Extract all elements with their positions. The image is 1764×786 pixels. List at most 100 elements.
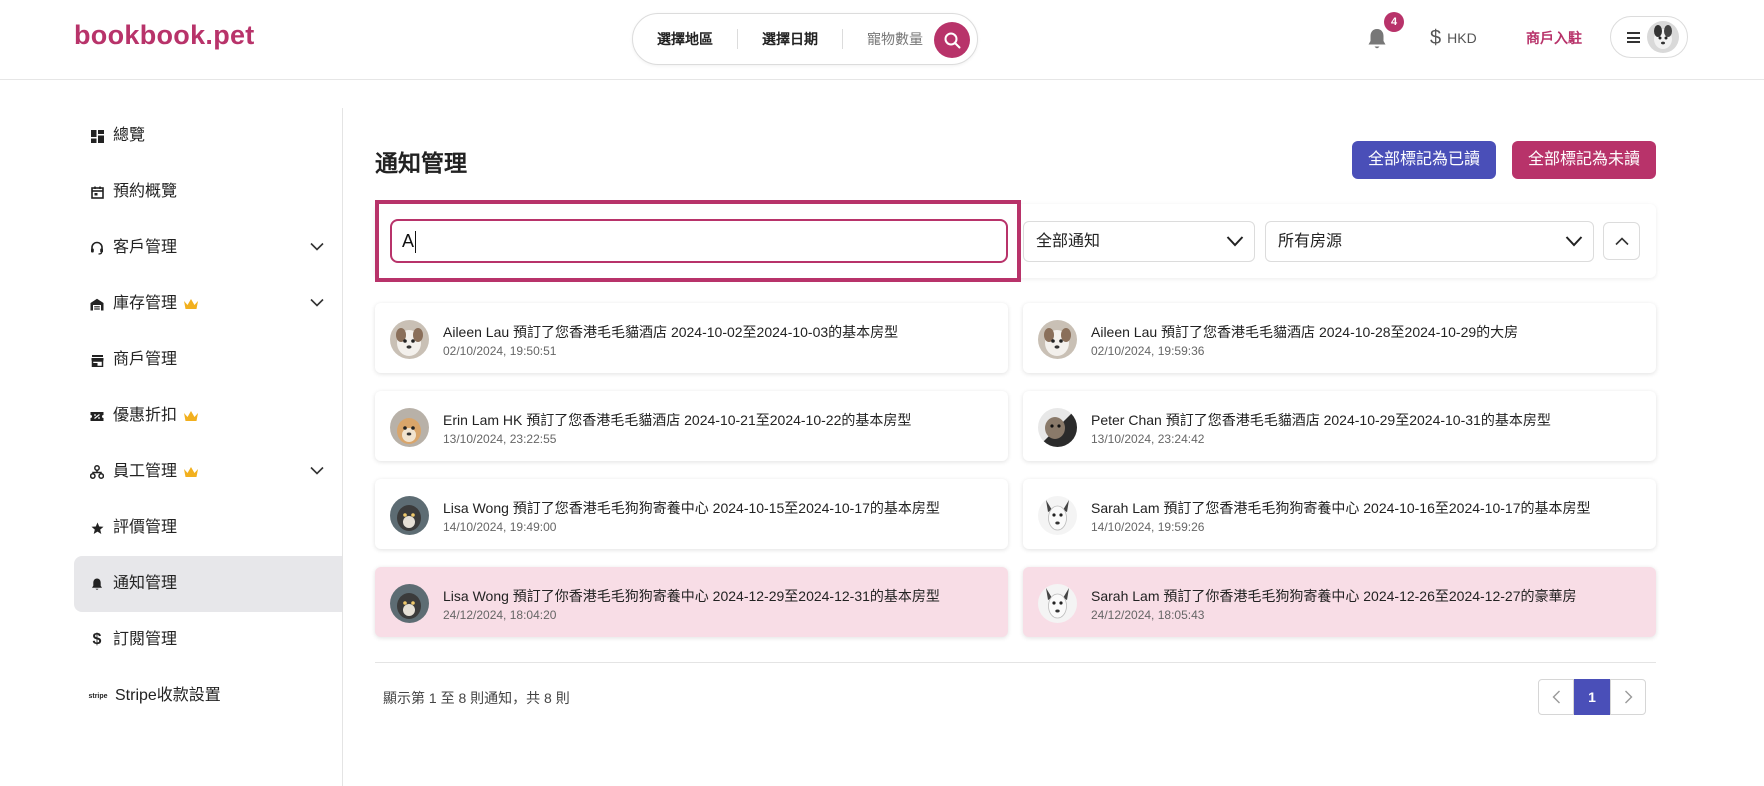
- sidebar-item-customers[interactable]: 客戶管理: [74, 220, 342, 276]
- customer-avatar: [390, 320, 429, 359]
- bell-icon: [90, 577, 104, 591]
- notification-time: 13/10/2024, 23:24:42: [1091, 432, 1205, 446]
- chevron-down-icon: [1226, 236, 1244, 247]
- customer-avatar: [1038, 408, 1077, 447]
- crown-icon: [184, 411, 199, 421]
- previous-page-button[interactable]: [1538, 679, 1574, 715]
- crown-icon: [184, 467, 199, 477]
- next-page-button[interactable]: [1610, 679, 1646, 715]
- chevron-down-icon[interactable]: [310, 466, 324, 475]
- chevron-right-icon: [1624, 690, 1632, 704]
- sidebar-item-label: 客戶管理: [113, 239, 178, 256]
- notification-message: Sarah Lam 預訂了你香港毛毛狗狗寄養中心 2024-12-26至2024…: [1091, 588, 1577, 604]
- ticket-icon: [90, 409, 104, 423]
- sidebar-item-discounts[interactable]: 優惠折扣: [74, 388, 342, 444]
- chevron-up-icon: [1614, 236, 1629, 245]
- notification-bell-icon[interactable]: [1366, 27, 1388, 51]
- notification-card[interactable]: Peter Chan 預訂了您香港毛毛貓酒店 2024-10-29至2024-1…: [1023, 391, 1656, 461]
- notification-type-value: 全部通知: [1036, 233, 1101, 250]
- pet-count-selector[interactable]: 寵物數量: [843, 29, 935, 49]
- dashboard-icon: [90, 129, 104, 143]
- search-button[interactable]: [934, 22, 970, 58]
- org-chart-icon: [90, 465, 104, 479]
- customer-avatar: [390, 496, 429, 535]
- sidebar-item-overview[interactable]: 總覽: [74, 108, 342, 164]
- notification-time: 24/12/2024, 18:04:20: [443, 608, 557, 622]
- sidebar-divider: [342, 108, 343, 786]
- sidebar-item-label: Stripe收款設置: [115, 687, 221, 704]
- text-caret: [415, 231, 417, 254]
- mark-all-unread-button[interactable]: 全部標記為未讀: [1512, 141, 1656, 179]
- region-selector[interactable]: 選擇地區: [633, 29, 737, 49]
- sidebar-item-label: 員工管理: [113, 463, 178, 480]
- sidebar-item-merchant[interactable]: 商戶管理: [74, 332, 342, 388]
- chevron-down-icon[interactable]: [310, 242, 324, 251]
- sidebar-item-staff[interactable]: 員工管理: [74, 444, 342, 500]
- notification-search-input[interactable]: A: [390, 219, 1008, 263]
- sidebar-item-stripe[interactable]: stripe Stripe收款設置: [74, 668, 342, 724]
- user-avatar: [1647, 21, 1679, 53]
- notification-message: Lisa Wong 預訂了您香港毛毛狗狗寄養中心 2024-10-15至2024…: [443, 500, 940, 516]
- hamburger-icon: [1627, 32, 1640, 43]
- sidebar-item-bookings[interactable]: 預約概覽: [74, 164, 342, 220]
- notification-card[interactable]: Aileen Lau 預訂了您香港毛毛貓酒店 2024-10-02至2024-1…: [375, 303, 1008, 373]
- sidebar-item-label: 庫存管理: [113, 295, 178, 312]
- search-input-value: A: [402, 231, 415, 251]
- notification-time: 13/10/2024, 23:22:55: [443, 432, 557, 446]
- sidebar-item-label: 總覽: [113, 127, 146, 144]
- warehouse-icon: [90, 297, 104, 311]
- property-select[interactable]: 所有房源: [1265, 221, 1594, 262]
- notification-card[interactable]: Lisa Wong 預訂了您香港毛毛狗狗寄養中心 2024-10-15至2024…: [375, 479, 1008, 549]
- notification-time: 02/10/2024, 19:50:51: [443, 344, 557, 358]
- top-header: bookbook.pet 選擇地區 選擇日期 寵物數量 4 $ HKD 商戶入駐: [0, 0, 1764, 80]
- chevron-down-icon[interactable]: [310, 298, 324, 307]
- merchant-signup-link[interactable]: 商戶入駐: [1526, 28, 1582, 48]
- mark-all-read-button[interactable]: 全部標記為已讀: [1352, 141, 1496, 179]
- sidebar-nav: 總覽 預約概覽 客戶管理 庫存管理 商戶管理 優惠折扣 員工管理 評價管理 通知…: [74, 108, 342, 724]
- dollar-icon: $: [92, 631, 102, 648]
- store-icon: [90, 353, 104, 367]
- search-icon: [944, 32, 960, 48]
- chevron-down-icon: [1565, 236, 1583, 247]
- crown-icon: [184, 299, 199, 309]
- user-menu-button[interactable]: [1610, 16, 1688, 58]
- notification-time: 14/10/2024, 19:59:26: [1091, 520, 1205, 534]
- currency-selector[interactable]: $ HKD: [1430, 28, 1477, 48]
- sidebar-item-notifications[interactable]: 通知管理: [74, 556, 342, 612]
- sidebar-item-reviews[interactable]: 評價管理: [74, 500, 342, 556]
- page-number-button[interactable]: 1: [1574, 679, 1610, 715]
- pagination: 1: [1538, 679, 1646, 715]
- notification-message: Sarah Lam 預訂了您香港毛毛狗狗寄養中心 2024-10-16至2024…: [1091, 500, 1591, 516]
- customer-avatar: [390, 584, 429, 623]
- notification-type-select[interactable]: 全部通知: [1023, 221, 1255, 262]
- sidebar-item-inventory[interactable]: 庫存管理: [74, 276, 342, 332]
- notification-message: Aileen Lau 預訂了您香港毛毛貓酒店 2024-10-02至2024-1…: [443, 324, 899, 340]
- notification-message: Lisa Wong 預訂了你香港毛毛狗狗寄養中心 2024-12-29至2024…: [443, 588, 940, 604]
- customer-avatar: [1038, 496, 1077, 535]
- notification-count-badge: 4: [1384, 12, 1404, 32]
- notification-card[interactable]: Sarah Lam 預訂了您香港毛毛狗狗寄養中心 2024-10-16至2024…: [1023, 479, 1656, 549]
- star-icon: [90, 521, 104, 535]
- notification-card-unread[interactable]: Lisa Wong 預訂了你香港毛毛狗狗寄養中心 2024-12-29至2024…: [375, 567, 1008, 637]
- notification-card-unread[interactable]: Sarah Lam 預訂了你香港毛毛狗狗寄養中心 2024-12-26至2024…: [1023, 567, 1656, 637]
- sidebar-item-subscription[interactable]: $ 訂閱管理: [74, 612, 342, 668]
- page-title: 通知管理: [375, 150, 467, 176]
- notification-time: 02/10/2024, 19:59:36: [1091, 344, 1205, 358]
- sidebar-item-label: 評價管理: [113, 519, 178, 536]
- sidebar-item-label: 商戶管理: [113, 351, 178, 368]
- property-value: 所有房源: [1278, 233, 1343, 250]
- notification-message: Peter Chan 預訂了您香港毛毛貓酒店 2024-10-29至2024-1…: [1091, 412, 1551, 428]
- collapse-filters-button[interactable]: [1603, 222, 1640, 260]
- search-bar[interactable]: 選擇地區 選擇日期 寵物數量: [632, 13, 978, 65]
- notification-card[interactable]: Erin Lam HK 預訂了您香港毛毛貓酒店 2024-10-21至2024-…: [375, 391, 1008, 461]
- notification-time: 14/10/2024, 19:49:00: [443, 520, 557, 534]
- sidebar-item-label: 優惠折扣: [113, 407, 178, 424]
- dollar-icon: $: [1430, 27, 1442, 49]
- notification-time: 24/12/2024, 18:05:43: [1091, 608, 1205, 622]
- brand-logo[interactable]: bookbook.pet: [74, 20, 255, 51]
- sidebar-item-label: 預約概覽: [113, 183, 178, 200]
- stripe-icon: stripe: [88, 692, 108, 700]
- customer-avatar: [390, 408, 429, 447]
- date-selector[interactable]: 選擇日期: [738, 29, 842, 49]
- notification-card[interactable]: Aileen Lau 預訂了您香港毛毛貓酒店 2024-10-28至2024-1…: [1023, 303, 1656, 373]
